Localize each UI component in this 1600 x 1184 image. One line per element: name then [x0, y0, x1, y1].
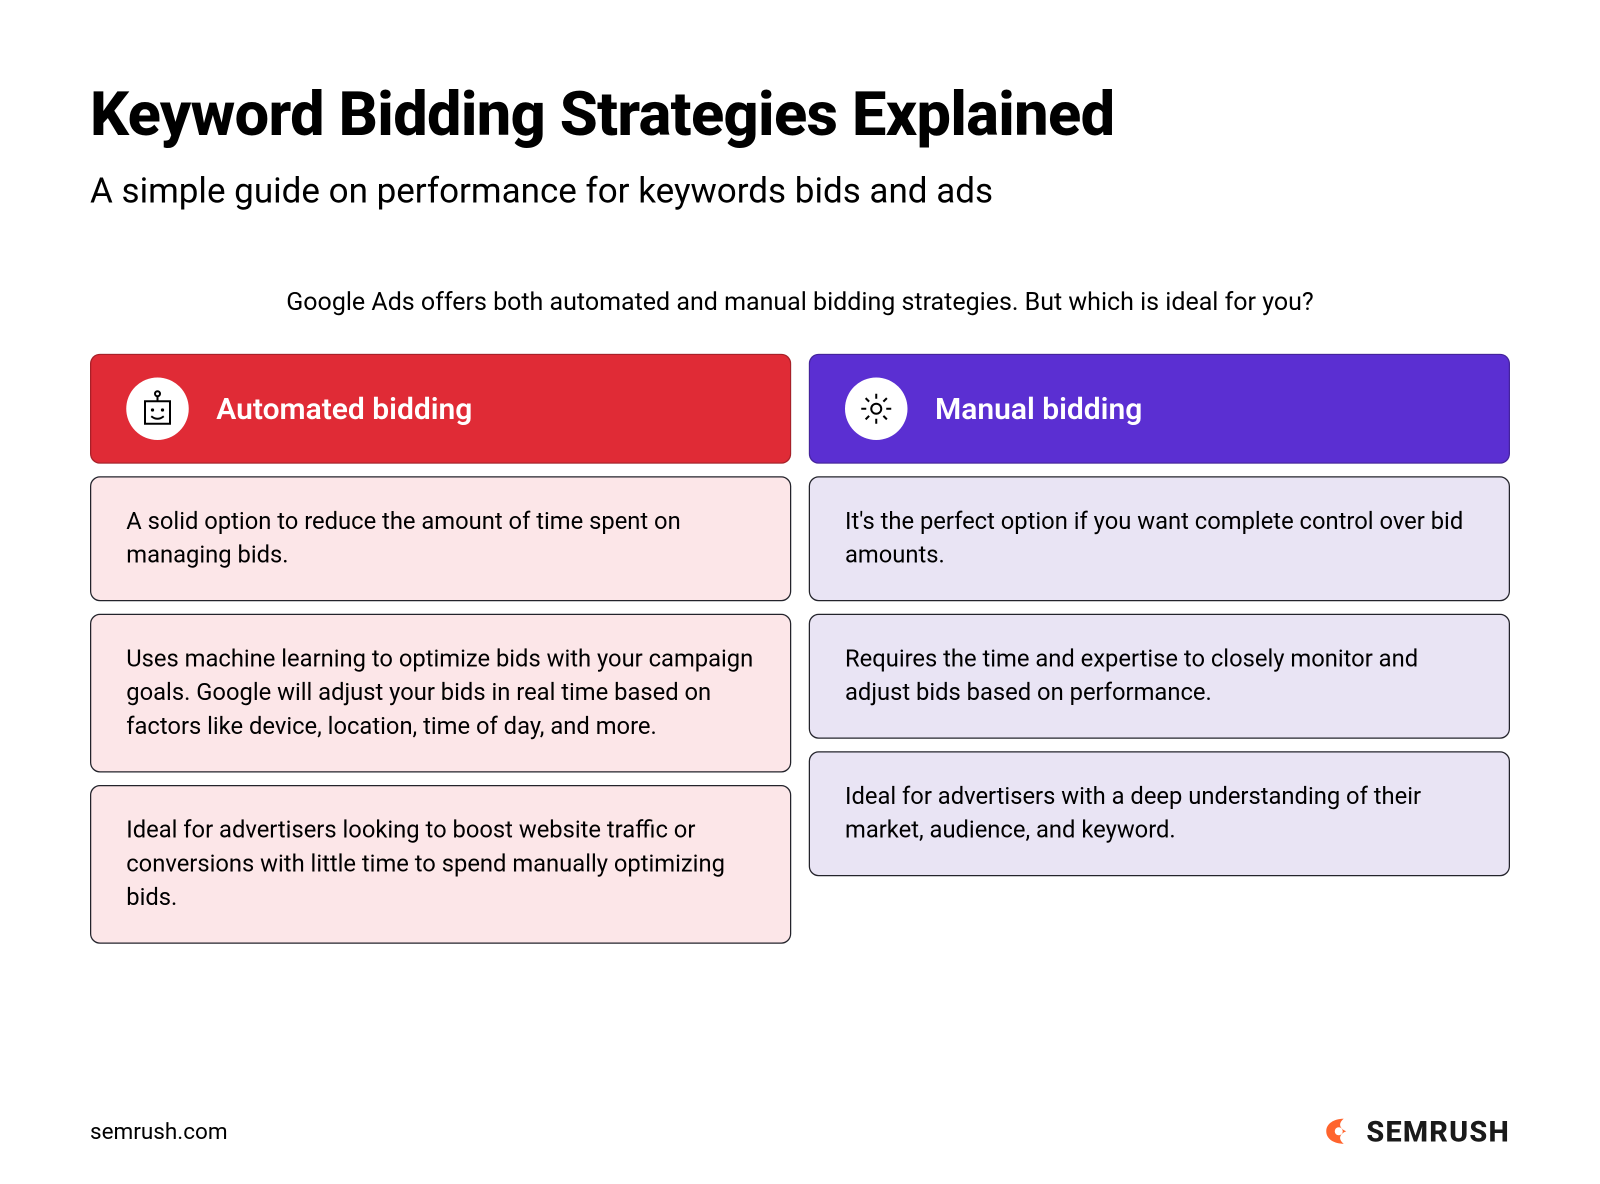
footer-site: semrush.com: [90, 1118, 228, 1144]
automated-card-1: A solid option to reduce the amount of t…: [90, 476, 791, 601]
manual-card-1: It's the perfect option if you want comp…: [809, 476, 1510, 601]
automated-header-label: Automated bidding: [216, 391, 472, 426]
manual-column: Manual bidding It's the perfect option i…: [809, 354, 1510, 944]
automated-header: Automated bidding: [90, 354, 791, 464]
manual-card-3: Ideal for advertisers with a deep unders…: [809, 751, 1510, 876]
footer: semrush.com SEMRUSH: [90, 1114, 1510, 1149]
gear-icon: [845, 378, 908, 441]
manual-header-label: Manual bidding: [935, 391, 1142, 426]
manual-card-2: Requires the time and expertise to close…: [809, 614, 1510, 739]
automated-card-2: Uses machine learning to optimize bids w…: [90, 614, 791, 773]
intro-text: Google Ads offers both automated and man…: [90, 286, 1510, 316]
robot-icon: [126, 378, 189, 441]
page-subtitle: A simple guide on performance for keywor…: [90, 170, 1510, 211]
page-title: Keyword Bidding Strategies Explained: [90, 79, 1510, 150]
comparison-columns: Automated bidding A solid option to redu…: [90, 354, 1510, 944]
brand-name: SEMRUSH: [1366, 1114, 1510, 1148]
automated-column: Automated bidding A solid option to redu…: [90, 354, 791, 944]
brand-logo: SEMRUSH: [1319, 1114, 1510, 1149]
manual-header: Manual bidding: [809, 354, 1510, 464]
flame-icon: [1319, 1114, 1354, 1149]
automated-card-3: Ideal for advertisers looking to boost w…: [90, 785, 791, 944]
